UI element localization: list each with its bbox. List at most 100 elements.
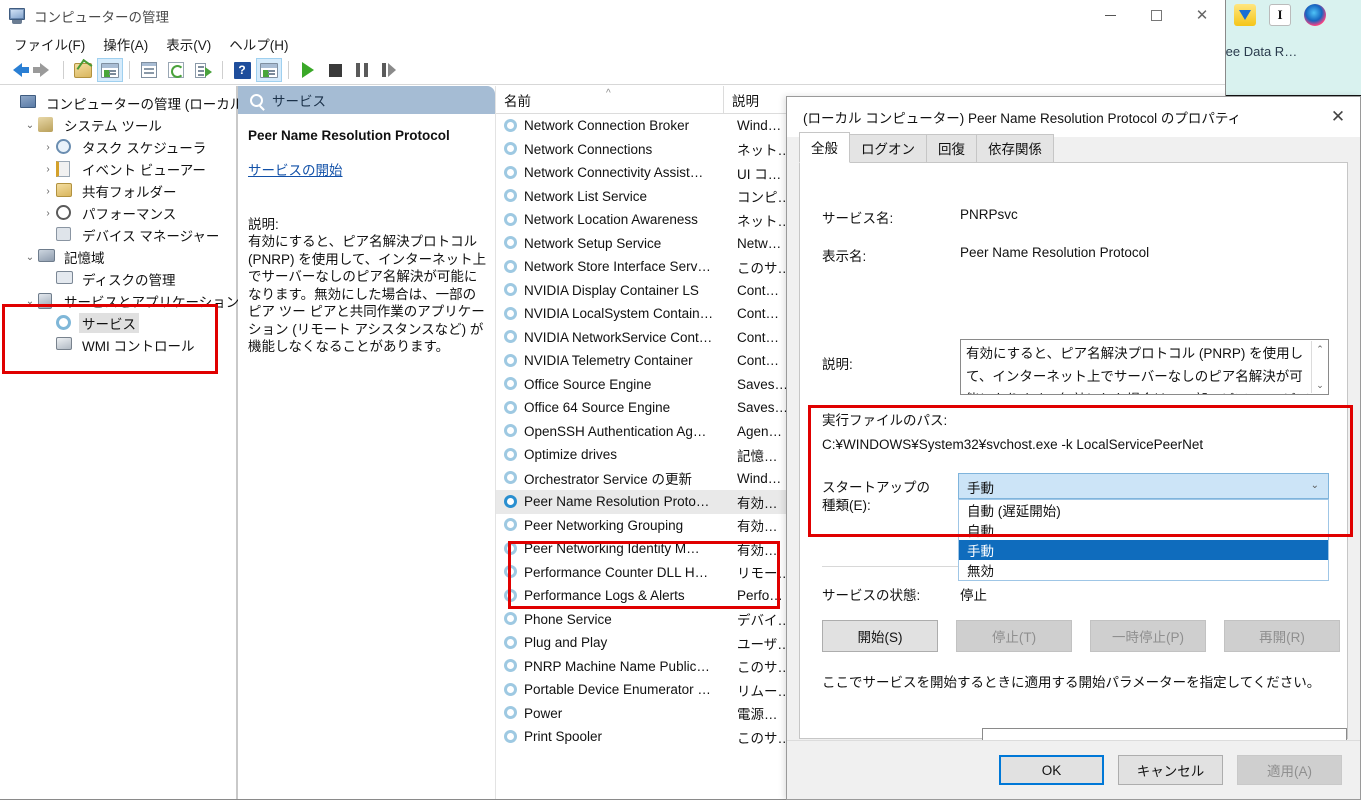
back-arrow-icon[interactable] bbox=[4, 58, 30, 82]
menu-action[interactable]: 操作(A) bbox=[94, 32, 157, 56]
shared-folders-icon bbox=[56, 183, 74, 199]
tree-item-label: ディスクの管理 bbox=[82, 273, 176, 288]
menu-help[interactable]: ヘルプ(H) bbox=[220, 32, 297, 56]
scroll-up-icon[interactable]: ⌃ bbox=[1312, 341, 1328, 357]
service-properties-dialog: (ローカル コンピューター) Peer Name Resolution Prot… bbox=[786, 96, 1361, 800]
menu-file[interactable]: ファイル(F) bbox=[5, 32, 94, 56]
service-gear-icon bbox=[504, 330, 519, 344]
italic-i-icon[interactable]: I bbox=[1269, 4, 1291, 26]
minimize-button[interactable] bbox=[1087, 0, 1133, 31]
close-window-button[interactable]: ✕ bbox=[1179, 0, 1225, 31]
service-description-cell: ユーザ… bbox=[737, 636, 791, 652]
tree-item-1[interactable]: ⌄ システム ツール bbox=[0, 114, 235, 136]
pause-service-icon[interactable] bbox=[349, 58, 375, 82]
show-hide-console-tree-icon[interactable] bbox=[97, 58, 123, 82]
tree-item-4[interactable]: › 共有フォルダー bbox=[0, 180, 235, 202]
toolbar-separator-1 bbox=[63, 61, 64, 79]
startup-type-combobox[interactable]: 手動 ⌄ bbox=[958, 473, 1329, 499]
service-name-cell: OpenSSH Authentication Ag… bbox=[524, 423, 707, 439]
chevron-down-icon[interactable]: ⌄ bbox=[1311, 480, 1319, 491]
tree-item-8[interactable]: ディスクの管理 bbox=[0, 268, 235, 290]
menu-view[interactable]: 表示(V) bbox=[157, 32, 220, 56]
tab-recovery[interactable]: 回復 bbox=[926, 134, 977, 162]
tree-item-label: パフォーマンス bbox=[82, 207, 177, 222]
title-bar[interactable]: コンピューターの管理 ✕ bbox=[0, 0, 1225, 31]
tab-logon[interactable]: ログオン bbox=[849, 134, 927, 162]
service-description-cell: デバイ… bbox=[737, 613, 791, 629]
dialog-description-textarea[interactable]: 有効にすると、ピア名解決プロトコル (PNRP) を使用して、インターネット上で… bbox=[960, 339, 1329, 395]
service-description-cell: 有効… bbox=[737, 519, 778, 535]
dialog-title-bar[interactable]: (ローカル コンピューター) Peer Name Resolution Prot… bbox=[787, 97, 1360, 137]
properties-icon[interactable] bbox=[136, 58, 162, 82]
up-folder-icon[interactable] bbox=[70, 58, 96, 82]
service-gear-icon bbox=[504, 518, 519, 532]
expand-chevron-icon[interactable]: ⌄ bbox=[22, 296, 38, 307]
refresh-icon[interactable] bbox=[163, 58, 189, 82]
computer-management-icon bbox=[9, 7, 26, 24]
startup-option-0[interactable]: 自動 (遅延開始) bbox=[959, 500, 1328, 520]
service-description-cell: Agen… bbox=[737, 423, 783, 439]
forward-arrow-icon[interactable] bbox=[31, 58, 57, 82]
service-gear-icon bbox=[504, 706, 519, 720]
start-service-link[interactable]: サービスの開始 bbox=[238, 143, 495, 179]
service-name-cell: NVIDIA Display Container LS bbox=[524, 282, 699, 298]
startup-option-2[interactable]: 手動 bbox=[959, 540, 1328, 560]
selected-service-name: Peer Name Resolution Protocol bbox=[248, 128, 450, 143]
dialog-close-button[interactable]: ✕ bbox=[1316, 97, 1360, 137]
help-icon[interactable]: ? bbox=[229, 58, 255, 82]
tree-item-3[interactable]: › イベント ビューアー bbox=[0, 158, 235, 180]
cancel-button[interactable]: キャンセル bbox=[1118, 755, 1223, 785]
browser-orb-icon[interactable] bbox=[1304, 4, 1326, 26]
service-name-cell: Peer Name Resolution Proto… bbox=[524, 494, 710, 510]
stop-service-icon[interactable] bbox=[322, 58, 348, 82]
expand-chevron-icon[interactable]: › bbox=[40, 186, 56, 197]
start-button[interactable]: 開始(S) bbox=[822, 620, 938, 652]
tree-item-5[interactable]: › パフォーマンス bbox=[0, 202, 235, 224]
download-arrow-icon[interactable] bbox=[1234, 4, 1256, 26]
magnifier-gear-icon bbox=[250, 93, 263, 107]
expand-chevron-icon[interactable]: › bbox=[40, 164, 56, 175]
tree-item-label: コンピューターの管理 (ローカル) bbox=[46, 97, 248, 112]
service-gear-icon bbox=[504, 377, 519, 391]
expand-chevron-icon[interactable]: ⌄ bbox=[22, 252, 38, 263]
tab-dependencies[interactable]: 依存関係 bbox=[976, 134, 1054, 162]
show-action-pane-icon[interactable] bbox=[256, 58, 282, 82]
service-gear-icon bbox=[504, 447, 519, 462]
service-detail-header-label: サービス bbox=[272, 94, 326, 109]
tree-item-label: サービス bbox=[79, 313, 139, 333]
maximize-button[interactable] bbox=[1133, 0, 1179, 31]
column-header-name[interactable]: 名前 ^ bbox=[496, 86, 724, 113]
service-gear-icon bbox=[504, 142, 519, 156]
tree-item-9[interactable]: ⌄ サービスとアプリケーション bbox=[0, 290, 239, 312]
tree-item-0[interactable]: コンピューターの管理 (ローカル) bbox=[0, 92, 248, 114]
scroll-down-icon[interactable]: ⌄ bbox=[1312, 377, 1328, 393]
tree-item-label: タスク スケジューラ bbox=[82, 141, 207, 156]
service-name-cell: Office Source Engine bbox=[524, 376, 652, 392]
startup-option-1[interactable]: 自動 bbox=[959, 520, 1328, 540]
startup-option-3[interactable]: 無効 bbox=[959, 560, 1328, 580]
performance-icon bbox=[56, 205, 74, 221]
tree-item-7[interactable]: ⌄ 記憶域 bbox=[0, 246, 235, 268]
tree-item-10[interactable]: サービス bbox=[0, 312, 235, 334]
description-scrollbar[interactable]: ⌃ ⌄ bbox=[1311, 341, 1327, 393]
apply-button: 適用(A) bbox=[1237, 755, 1342, 785]
export-list-icon[interactable] bbox=[190, 58, 216, 82]
service-gear-icon bbox=[504, 494, 519, 509]
expand-chevron-icon[interactable]: › bbox=[40, 208, 56, 219]
service-gear-icon bbox=[504, 424, 519, 438]
service-description-cell: Netw… bbox=[737, 235, 782, 251]
service-description-cell: Cont… bbox=[737, 329, 780, 345]
ok-button[interactable]: OK bbox=[999, 755, 1104, 785]
tree-item-6[interactable]: デバイス マネージャー bbox=[0, 224, 235, 246]
restart-service-icon[interactable] bbox=[376, 58, 402, 82]
tree-item-2[interactable]: › タスク スケジューラ bbox=[0, 136, 235, 158]
service-gear-icon bbox=[504, 400, 519, 415]
service-description-label: 説明: bbox=[248, 217, 279, 232]
service-gear-icon bbox=[504, 471, 519, 485]
tree-item-11[interactable]: WMI コントロール bbox=[0, 334, 235, 356]
expand-chevron-icon[interactable]: ⌄ bbox=[22, 120, 38, 131]
service-name-cell: Orchestrator Service の更新 bbox=[524, 472, 693, 488]
expand-chevron-icon[interactable]: › bbox=[40, 142, 56, 153]
tab-general[interactable]: 全般 bbox=[799, 132, 850, 163]
start-service-icon[interactable] bbox=[295, 58, 321, 82]
